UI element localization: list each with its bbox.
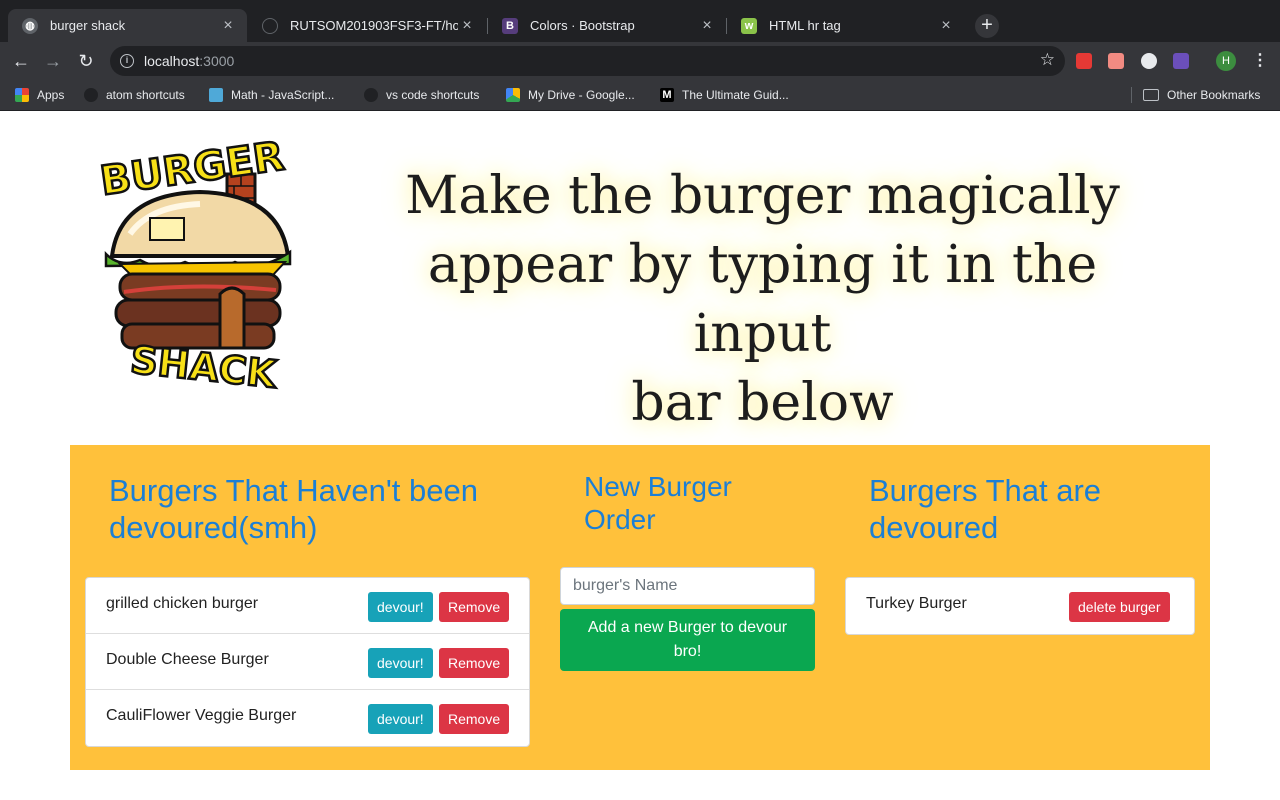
bookmark-atom-shortcuts[interactable]: atom shortcuts xyxy=(84,85,185,105)
w3schools-icon: w xyxy=(741,17,757,34)
new-order-title: New Burger Order xyxy=(584,471,732,535)
folder-icon xyxy=(1143,89,1159,101)
browser-tab-strip: ◍ burger shack × RUTSOM201903FSF3-FT/hom… xyxy=(0,0,1280,42)
hero-line: Make the burger magically xyxy=(405,166,1120,226)
list-item: Turkey Burger delete burger xyxy=(846,578,1194,634)
not-devoured-list: grilled chicken burger devour! Remove Do… xyxy=(85,577,530,747)
bootstrap-icon: B xyxy=(502,17,518,34)
youtube-extension-icon[interactable] xyxy=(1076,53,1092,69)
devour-button[interactable]: devour! xyxy=(368,704,433,734)
not-devoured-title: Burgers That Haven't been devoured(smh) xyxy=(109,473,478,545)
apps-grid-icon xyxy=(15,88,29,102)
list-item: grilled chicken burger devour! Remove xyxy=(86,578,529,634)
bookmark-ultimate-guide[interactable]: M The Ultimate Guid... xyxy=(660,85,789,105)
address-bar[interactable]: i localhost:3000 ☆ xyxy=(110,46,1065,76)
burger-name: CauliFlower Veggie Burger xyxy=(106,707,297,724)
bookmarks-bar: Apps atom shortcuts Math - JavaScript...… xyxy=(0,80,1280,111)
burger-shack-logo: BURGER SHACK xyxy=(96,134,292,392)
github-icon xyxy=(262,17,278,34)
list-item: Double Cheese Burger devour! Remove xyxy=(86,634,529,690)
back-arrow-icon[interactable]: ← xyxy=(10,50,32,72)
github-icon xyxy=(84,88,98,102)
page-content: BURGER SHACK Make the burger magically a… xyxy=(0,112,1280,800)
new-tab-button[interactable]: + xyxy=(975,14,999,38)
tab-title: HTML hr tag xyxy=(769,18,841,33)
github-icon xyxy=(364,88,378,102)
tab-title: Colors · Bootstrap xyxy=(530,18,635,33)
forward-arrow-icon[interactable]: → xyxy=(42,50,64,72)
hero-line: bar below xyxy=(631,373,894,433)
info-icon[interactable]: i xyxy=(120,54,134,68)
url-port: :3000 xyxy=(199,53,235,69)
add-burger-button[interactable]: Add a new Burger to devour bro! xyxy=(560,609,815,671)
video-extension-icon[interactable] xyxy=(1108,53,1124,69)
bookmark-apps[interactable]: Apps xyxy=(15,85,64,105)
delete-burger-button[interactable]: delete burger xyxy=(1069,592,1170,622)
close-icon[interactable]: × xyxy=(937,17,955,35)
globe-icon: ◍ xyxy=(22,17,38,34)
devoured-title: Burgers That are devoured xyxy=(869,473,1102,545)
bookmark-math-javascript[interactable]: Math - JavaScript... xyxy=(209,85,334,105)
bookmark-separator xyxy=(1131,87,1132,103)
burger-name: Turkey Burger xyxy=(866,595,967,612)
burger-name-input[interactable] xyxy=(560,567,815,605)
burger-name: grilled chicken burger xyxy=(106,595,259,612)
mdn-icon xyxy=(209,88,223,102)
close-icon[interactable]: × xyxy=(219,17,237,35)
remove-button[interactable]: Remove xyxy=(439,704,510,734)
browser-toolbar: ← → ↻ i localhost:3000 ☆ H ⋮ xyxy=(0,42,1280,80)
tab-github[interactable]: RUTSOM201903FSF3-FT/hom × xyxy=(248,9,486,42)
url-host: localhost xyxy=(144,53,200,69)
hero-heading: Make the burger magically appear by typi… xyxy=(390,162,1135,438)
close-icon[interactable]: × xyxy=(458,17,476,35)
close-icon[interactable]: × xyxy=(698,17,716,35)
burger-name: Double Cheese Burger xyxy=(106,651,269,668)
bookmark-star-icon[interactable]: ☆ xyxy=(1040,50,1055,70)
profile-avatar[interactable]: H xyxy=(1216,51,1236,71)
tab-burger-shack[interactable]: ◍ burger shack × xyxy=(8,9,247,42)
bookmark-my-drive[interactable]: My Drive - Google... xyxy=(506,85,635,105)
devour-button[interactable]: devour! xyxy=(368,592,433,622)
tab-bootstrap[interactable]: B Colors · Bootstrap × xyxy=(488,9,726,42)
tab-html-hr[interactable]: w HTML hr tag × xyxy=(727,9,965,42)
devoured-list: Turkey Burger delete burger xyxy=(845,577,1195,635)
tab-title: RUTSOM201903FSF3-FT/hom xyxy=(290,18,458,33)
list-item: CauliFlower Veggie Burger devour! Remove xyxy=(86,690,529,746)
remove-button[interactable]: Remove xyxy=(439,592,510,622)
hero-line: appear by typing it in the input xyxy=(427,235,1098,364)
tab-title: burger shack xyxy=(50,18,126,33)
google-drive-icon xyxy=(506,88,520,102)
medium-icon: M xyxy=(660,88,674,102)
circle-extension-icon[interactable] xyxy=(1141,53,1157,69)
bookmark-vs-code-shortcuts[interactable]: vs code shortcuts xyxy=(364,85,479,105)
remove-button[interactable]: Remove xyxy=(439,648,510,678)
bookmark-other[interactable]: Other Bookmarks xyxy=(1143,85,1260,105)
check-extension-icon[interactable] xyxy=(1173,53,1189,69)
reload-icon[interactable]: ↻ xyxy=(75,50,97,72)
menu-dots-icon[interactable]: ⋮ xyxy=(1252,50,1268,72)
burger-panel: Burgers That Haven't been devoured(smh) … xyxy=(70,445,1210,770)
devour-button[interactable]: devour! xyxy=(368,648,433,678)
